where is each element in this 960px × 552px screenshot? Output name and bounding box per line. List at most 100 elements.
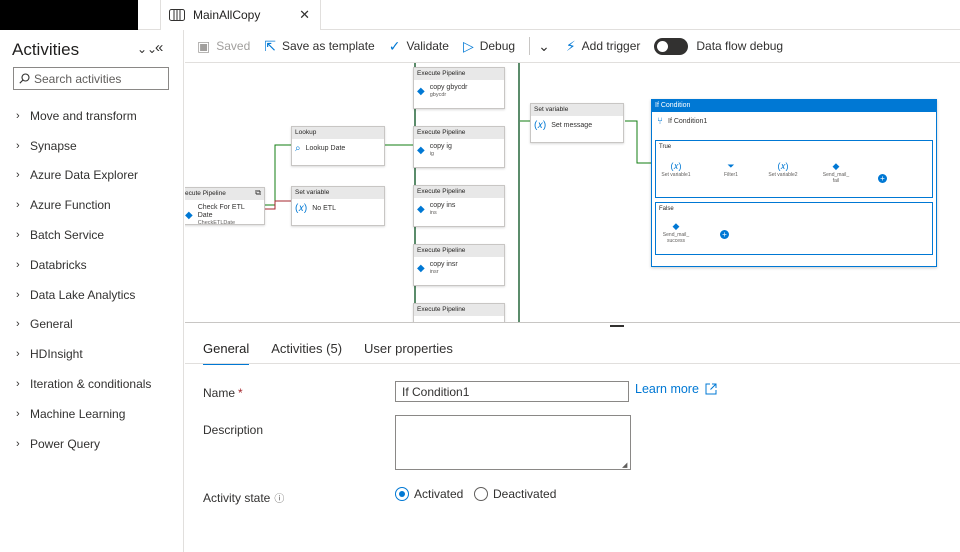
sidebar-item-label: Power Query bbox=[30, 436, 101, 451]
sidebar-item-synapse[interactable]: › Synapse bbox=[0, 131, 184, 161]
activity-copy-insr[interactable]: Execute Pipeline ◆ copy insr insr bbox=[413, 244, 505, 286]
activity-name: Lookup Date bbox=[305, 144, 346, 152]
play-icon: ▷ bbox=[462, 37, 474, 54]
execute-pipeline-icon: ◆ bbox=[417, 144, 425, 156]
activity-type-label: Lookup bbox=[292, 127, 384, 139]
sidebar-item-batch-service[interactable]: › Batch Service bbox=[0, 220, 184, 250]
save-as-template-button[interactable]: ⇱ Save as template bbox=[264, 38, 374, 55]
mini-label: Filter1 bbox=[724, 172, 738, 178]
activated-radio[interactable]: Activated bbox=[395, 487, 463, 501]
name-field[interactable] bbox=[395, 381, 629, 402]
toggle-switch[interactable] bbox=[654, 37, 689, 55]
sidebar-item-data-lake-analytics[interactable]: › Data Lake Analytics bbox=[0, 280, 184, 310]
saved-label: Saved bbox=[216, 39, 251, 53]
activity-no-etl[interactable]: Set variable (𝑥) No ETL bbox=[291, 186, 385, 226]
chevron-right-icon: › bbox=[16, 139, 20, 152]
learn-more-link[interactable]: Learn more bbox=[635, 382, 717, 396]
mini-set-variable2: (𝑥) Set variable2 bbox=[768, 161, 798, 178]
activity-type-label: Execute Pipeline bbox=[414, 304, 504, 316]
search-box[interactable] bbox=[13, 67, 169, 90]
saved-button[interactable]: ▣ Saved bbox=[197, 38, 250, 55]
double-chevron-left-icon[interactable]: « bbox=[155, 39, 163, 56]
activity-name: Set message bbox=[551, 121, 593, 129]
activity-type-label: Set variable bbox=[531, 104, 623, 116]
chevron-right-icon: › bbox=[16, 378, 20, 391]
validate-label: Validate bbox=[406, 39, 449, 53]
sidebar-item-azure-function[interactable]: › Azure Function bbox=[0, 190, 184, 220]
close-icon[interactable]: ✕ bbox=[299, 7, 310, 23]
if-condition-name: If Condition1 bbox=[668, 118, 708, 125]
chevron-right-icon: › bbox=[16, 437, 20, 450]
activity-subname: CheckETLDate bbox=[197, 220, 235, 226]
debug-button[interactable]: ▷ Debug bbox=[463, 38, 515, 55]
tab-mainallcopy[interactable]: MainAllCopy ✕ bbox=[161, 0, 321, 30]
sidebar-item-machine-learning[interactable]: › Machine Learning bbox=[0, 399, 184, 429]
activity-copy-ins[interactable]: Execute Pipeline ◆ copy ins ins bbox=[413, 185, 505, 227]
activity-execute-pipeline-5[interactable]: Execute Pipeline bbox=[413, 303, 505, 322]
sidebar-item-move-and-transform[interactable]: › Move and transform bbox=[0, 101, 184, 131]
chevron-down-icon: ⌄ bbox=[538, 37, 550, 54]
resize-handle-icon[interactable]: ◢ bbox=[622, 461, 627, 469]
activity-lookup-date[interactable]: Lookup ⌕ Lookup Date bbox=[291, 126, 385, 166]
sidebar-item-label: Move and transform bbox=[30, 108, 137, 123]
sidebar-item-label: Azure Data Explorer bbox=[30, 168, 139, 183]
activated-label: Activated bbox=[414, 487, 464, 501]
chevron-right-icon: › bbox=[16, 169, 20, 182]
add-activity-icon[interactable]: + bbox=[720, 230, 729, 239]
deactivated-radio[interactable]: Deactivated bbox=[474, 487, 556, 501]
if-condition-container[interactable]: If Condition ⑂ If Condition1 True (𝑥) Set… bbox=[651, 99, 937, 267]
redacted-area bbox=[0, 0, 138, 30]
mini-filter1: ⏷ Filter1 bbox=[716, 161, 746, 178]
foreach-container[interactable]: Execute Pipeline ◆ copy gbycdr gbycdr Exec… bbox=[413, 63, 520, 322]
debug-dropdown[interactable]: ⌄ bbox=[538, 38, 550, 55]
sidebar-item-azure-data-explorer[interactable]: › Azure Data Explorer bbox=[0, 161, 184, 191]
radio-dot bbox=[395, 487, 409, 501]
activity-copy-ig[interactable]: Execute Pipeline ◆ copy ig ig bbox=[413, 126, 505, 168]
save-icon: ▣ bbox=[197, 37, 211, 54]
sidebar-item-general[interactable]: › General bbox=[0, 310, 184, 340]
add-trigger-button[interactable]: ⚡ Add trigger bbox=[566, 38, 641, 55]
search-icon bbox=[19, 73, 30, 84]
info-icon[interactable]: ⓘ bbox=[274, 494, 284, 505]
tab-user-properties[interactable]: User properties bbox=[364, 341, 453, 365]
tab-general[interactable]: General bbox=[203, 341, 250, 365]
description-label: Description bbox=[203, 423, 264, 437]
sidebar-item-hdinsight[interactable]: › HDInsight bbox=[0, 339, 184, 369]
variable-icon: (𝑥) bbox=[670, 161, 682, 171]
activity-type-label: Execute Pipeline bbox=[414, 68, 504, 80]
execute-pipeline-icon: ◆ bbox=[672, 221, 680, 231]
chevron-right-icon: › bbox=[16, 258, 20, 271]
sidebar-title: Activities bbox=[12, 40, 80, 59]
search-input[interactable] bbox=[34, 71, 164, 86]
chevron-right-icon: › bbox=[16, 109, 20, 122]
true-branch[interactable]: True (𝑥) Set variable1 ⏷ Filter1 (𝑥) Set va… bbox=[655, 140, 933, 198]
activity-type-label: Set variable bbox=[292, 187, 384, 199]
sidebar-item-iteration-conditionals[interactable]: › Iteration & conditionals bbox=[0, 369, 184, 399]
description-field[interactable] bbox=[395, 415, 631, 470]
tab-activities[interactable]: Activities (5) bbox=[271, 341, 342, 365]
toolbar-divider bbox=[529, 37, 531, 55]
validate-button[interactable]: ✓ Validate bbox=[389, 38, 449, 55]
chevron-right-icon: › bbox=[16, 288, 20, 301]
sidebar-item-power-query[interactable]: › Power Query bbox=[0, 429, 184, 459]
mini-send-mail-success: ◆ Send_mail_ success bbox=[661, 221, 691, 244]
name-label-text: Name bbox=[203, 386, 236, 400]
pipeline-canvas[interactable]: ecute Pipeline ⧉ ◆ Check For ETL Date Ch… bbox=[185, 62, 960, 322]
activity-subname: ig bbox=[429, 151, 434, 157]
activity-check-for-etl-date[interactable]: ecute Pipeline ⧉ ◆ Check For ETL Date Ch… bbox=[185, 187, 265, 226]
add-activity-icon[interactable]: + bbox=[878, 174, 887, 183]
chevron-right-icon: › bbox=[16, 407, 20, 420]
data-flow-debug-toggle[interactable]: Data flow debug bbox=[654, 37, 783, 55]
activity-name: copy insr bbox=[429, 261, 458, 268]
sidebar-item-label: Iteration & conditionals bbox=[30, 377, 152, 392]
false-branch[interactable]: False ◆ Send_mail_ success + bbox=[655, 202, 933, 255]
filter-icon: ⏷ bbox=[727, 161, 735, 171]
activity-copy-gbycdr[interactable]: Execute Pipeline ◆ copy gbycdr gbycdr bbox=[413, 67, 505, 109]
open-external-icon bbox=[705, 383, 717, 395]
activity-name: copy ig bbox=[429, 143, 452, 150]
activity-type-label: Execute Pipeline bbox=[414, 186, 504, 198]
open-external-icon[interactable]: ⧉ bbox=[255, 188, 261, 198]
sidebar-item-databricks[interactable]: › Databricks bbox=[0, 250, 184, 280]
radio-dot bbox=[474, 487, 488, 501]
activity-set-message[interactable]: Set variable (𝑥) Set message bbox=[530, 103, 624, 143]
